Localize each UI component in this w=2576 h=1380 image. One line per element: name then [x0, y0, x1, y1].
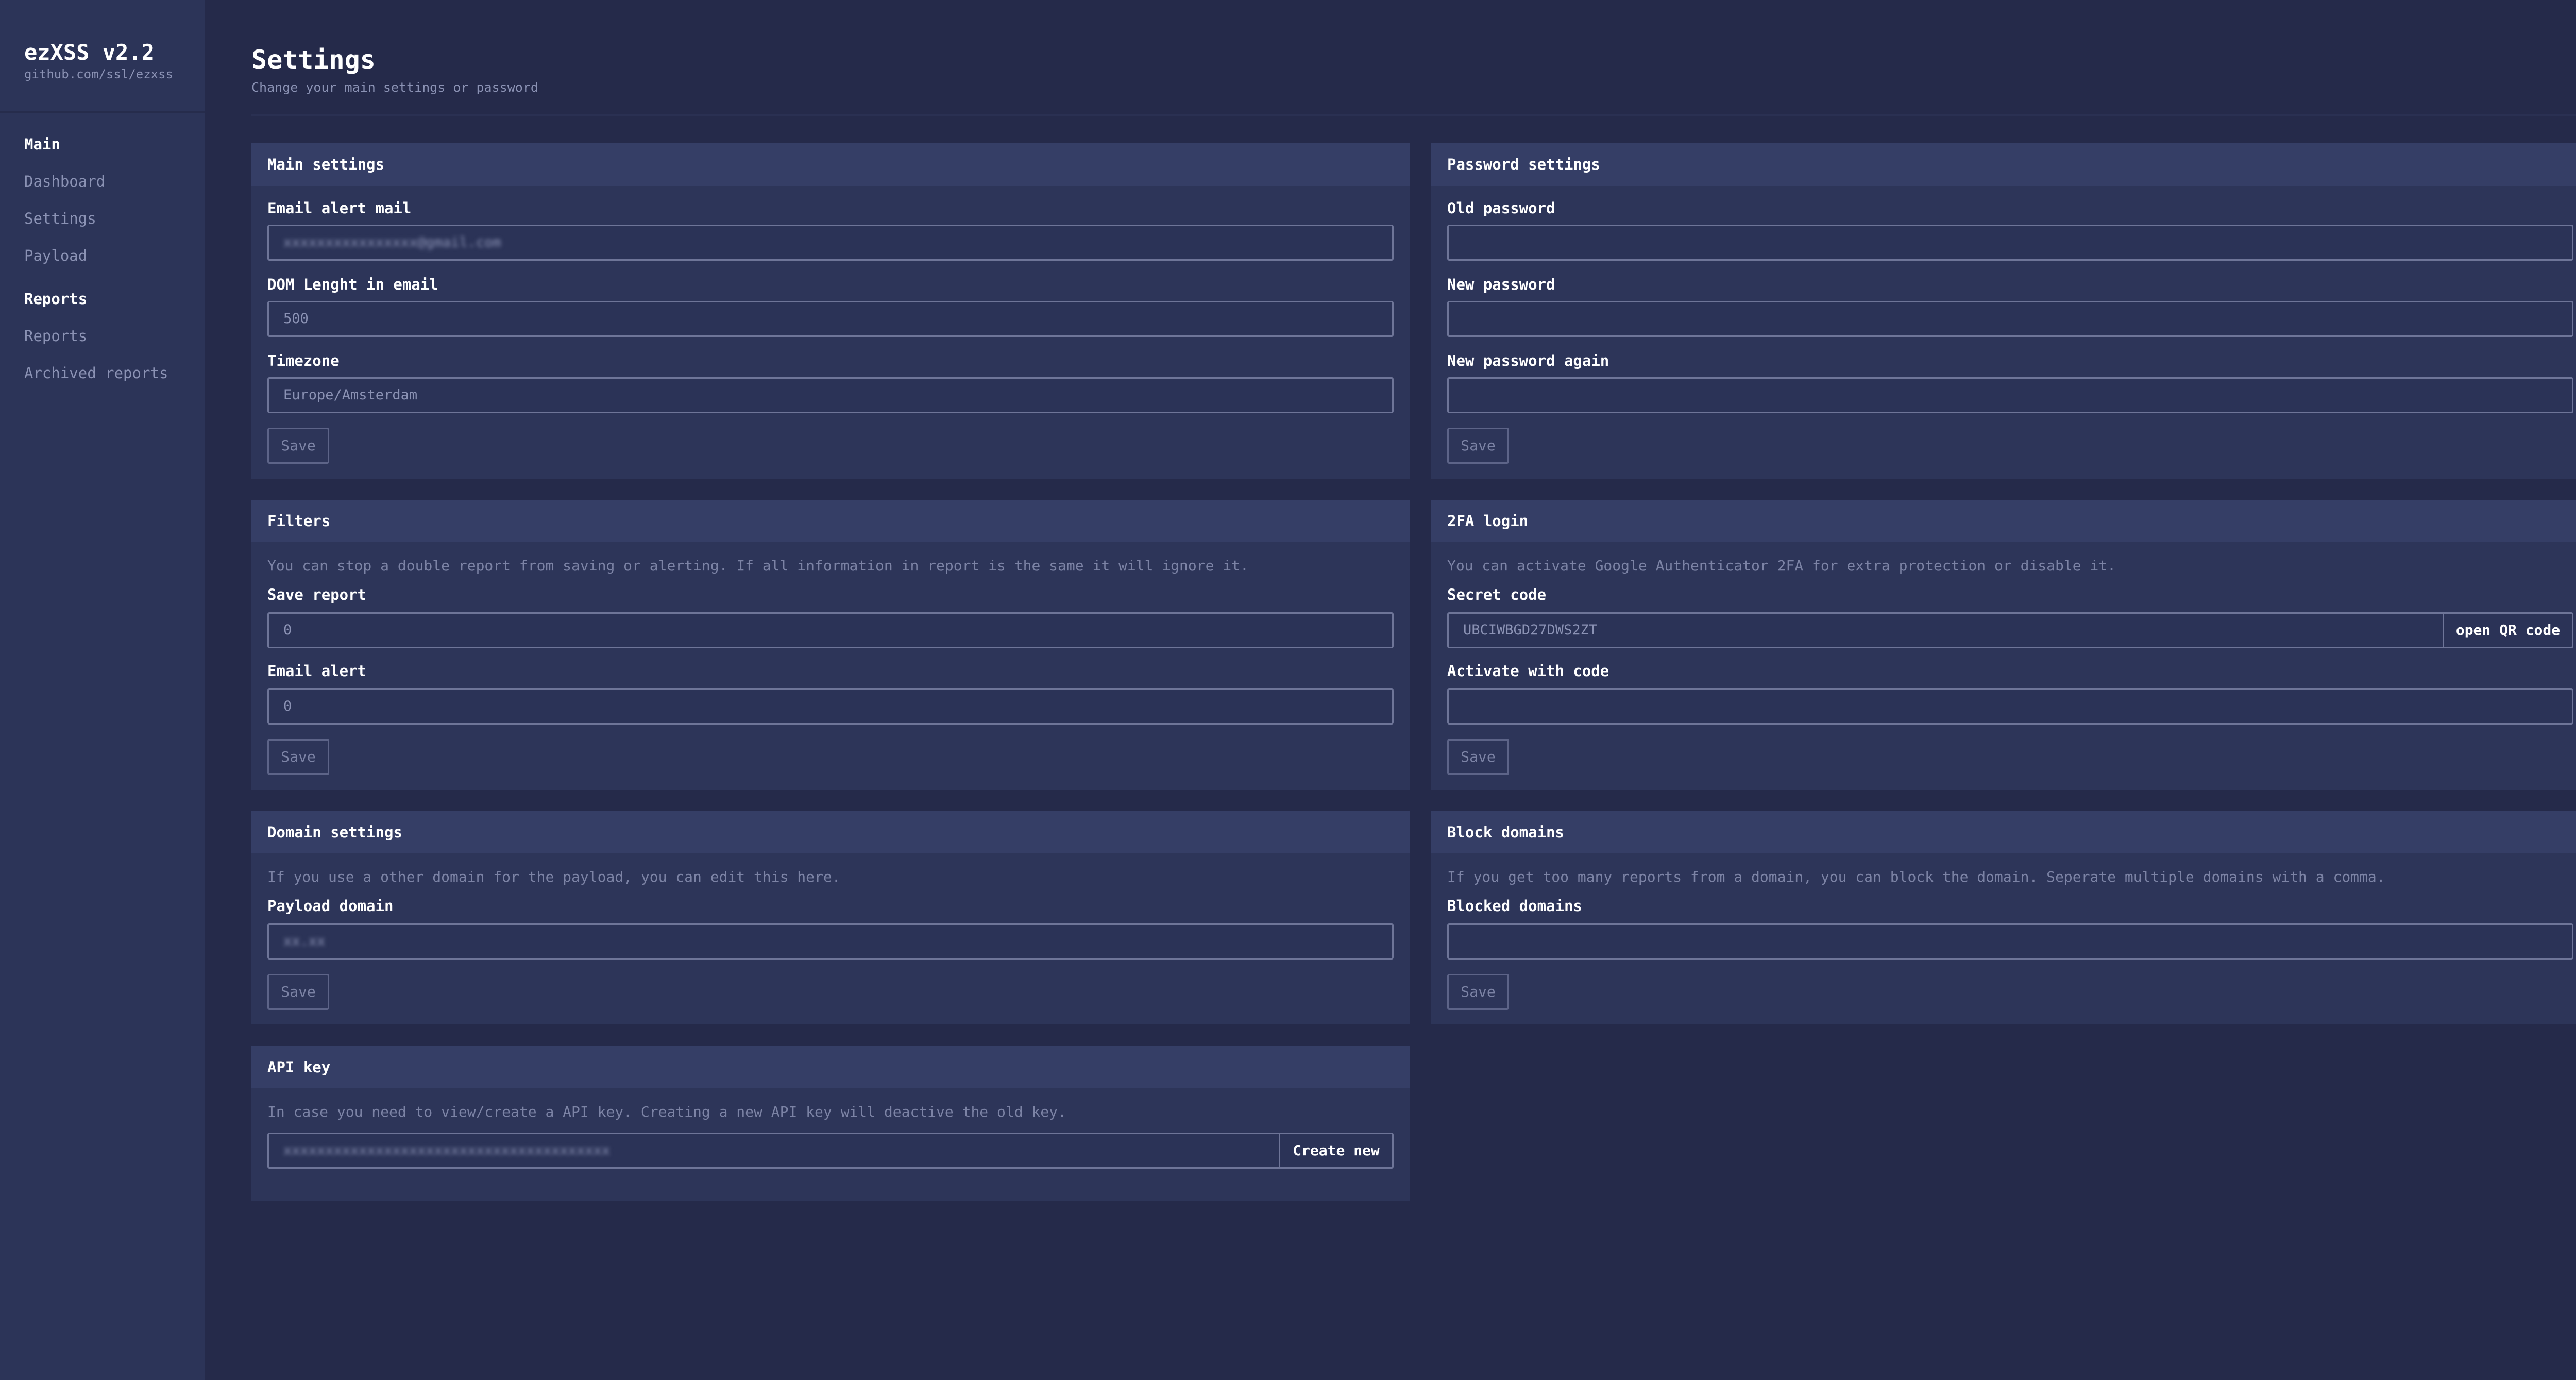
old-password-label: Old password [1447, 199, 1555, 217]
new-password-label: New password [1447, 276, 1555, 293]
panel-title: Block domains [1431, 811, 2576, 853]
api-key-panel: API key In case you need to view/create … [251, 1046, 1410, 1201]
filters-panel: Filters You can stop a double report fro… [251, 500, 1410, 790]
create-new-api-key-button[interactable]: Create new [1279, 1133, 1394, 1169]
sidebar-item-settings[interactable]: Settings [24, 209, 205, 228]
panel-title: 2FA login [1431, 500, 2576, 542]
blocked-domains-input[interactable] [1447, 923, 2573, 960]
payload-domain-value: xx.xx [283, 933, 326, 949]
sidebar-item-payload[interactable]: Payload [24, 246, 205, 265]
sidebar: ezXSS v2.2 github.com/ssl/ezxss Main Das… [0, 0, 205, 1380]
domain-settings-panel: Domain settings If you use a other domai… [251, 811, 1410, 1024]
dom-length-label: DOM Lenght in email [267, 276, 438, 293]
sidebar-item-reports[interactable]: Reports [24, 327, 205, 345]
panel-title: Main settings [251, 143, 1410, 186]
save-button[interactable]: Save [1447, 428, 1509, 464]
api-key-input[interactable]: xxxxxxxxxxxxxxxxxxxxxxxxxxxxxxxxxxxxxxx [267, 1133, 1280, 1169]
save-button[interactable]: Save [1447, 739, 1509, 775]
password-settings-panel: Password settings Old password New passw… [1431, 143, 2576, 479]
activate-code-input[interactable] [1447, 688, 2573, 725]
divider [251, 114, 2576, 116]
block-domains-panel: Block domains If you get too many report… [1431, 811, 2576, 1024]
panel-title: Domain settings [251, 811, 1410, 853]
payload-domain-input[interactable]: xx.xx [267, 923, 1394, 960]
brand-title[interactable]: ezXSS v2.2 [24, 40, 205, 65]
nav-heading-reports: Reports [24, 290, 88, 308]
email-alert-filter-input[interactable]: 0 [267, 688, 1394, 725]
brand-repo-link[interactable]: github.com/ssl/ezxss [24, 66, 205, 82]
save-button[interactable]: Save [267, 739, 329, 775]
domain-description: If you use a other domain for the payloa… [267, 868, 841, 885]
panel-title: API key [251, 1046, 1410, 1088]
new-password-input[interactable] [1447, 301, 2573, 337]
block-domains-description: If you get too many reports from a domai… [1447, 868, 2385, 885]
save-report-label: Save report [267, 586, 367, 603]
sidebar-item-dashboard[interactable]: Dashboard [24, 172, 205, 191]
save-button[interactable]: Save [1447, 974, 1509, 1010]
brand: ezXSS v2.2 github.com/ssl/ezxss [0, 0, 205, 113]
save-button[interactable]: Save [267, 974, 329, 1010]
activate-code-label: Activate with code [1447, 662, 1609, 680]
email-alert-filter-label: Email alert [267, 662, 367, 680]
email-alert-label: Email alert mail [267, 199, 412, 217]
new-password-again-label: New password again [1447, 352, 1609, 369]
main-settings-panel: Main settings Email alert mail xxxxxxxxx… [251, 143, 1410, 479]
page-title: Settings [251, 45, 376, 75]
twofa-description: You can activate Google Authenticator 2F… [1447, 557, 2116, 574]
secret-code-label: Secret code [1447, 586, 1547, 603]
blocked-domains-label: Blocked domains [1447, 897, 1582, 915]
new-password-again-input[interactable] [1447, 377, 2573, 413]
old-password-input[interactable] [1447, 225, 2573, 261]
email-alert-value: xxxxxxxxxxxxxxxx@gmail.com [283, 234, 501, 250]
save-report-input[interactable]: 0 [267, 612, 1394, 648]
open-qr-code-button[interactable]: open QR code [2443, 612, 2573, 648]
page-subtitle: Change your main settings or password [251, 80, 538, 95]
sidebar-item-archived-reports[interactable]: Archived reports [24, 364, 205, 382]
nav-section-main: Main Dashboard Settings Payload [0, 135, 205, 265]
payload-domain-label: Payload domain [267, 897, 394, 915]
nav-heading-main: Main [24, 136, 60, 153]
nav-section-reports: Reports Reports Archived reports [0, 290, 205, 382]
email-alert-input[interactable]: xxxxxxxxxxxxxxxx@gmail.com [267, 225, 1394, 261]
save-button[interactable]: Save [267, 428, 329, 464]
timezone-label: Timezone [267, 352, 340, 369]
dom-length-input[interactable]: 500 [267, 301, 1394, 337]
api-key-value: xxxxxxxxxxxxxxxxxxxxxxxxxxxxxxxxxxxxxxx [283, 1142, 610, 1158]
panel-title: Password settings [1431, 143, 2576, 186]
panel-title: Filters [251, 500, 1410, 542]
filters-description: You can stop a double report from saving… [267, 557, 1249, 574]
twofa-panel: 2FA login You can activate Google Authen… [1431, 500, 2576, 790]
timezone-input[interactable]: Europe/Amsterdam [267, 377, 1394, 413]
secret-code-input[interactable]: UBCIWBGD27DWS2ZT [1447, 612, 2444, 648]
api-key-description: In case you need to view/create a API ke… [267, 1103, 1066, 1120]
